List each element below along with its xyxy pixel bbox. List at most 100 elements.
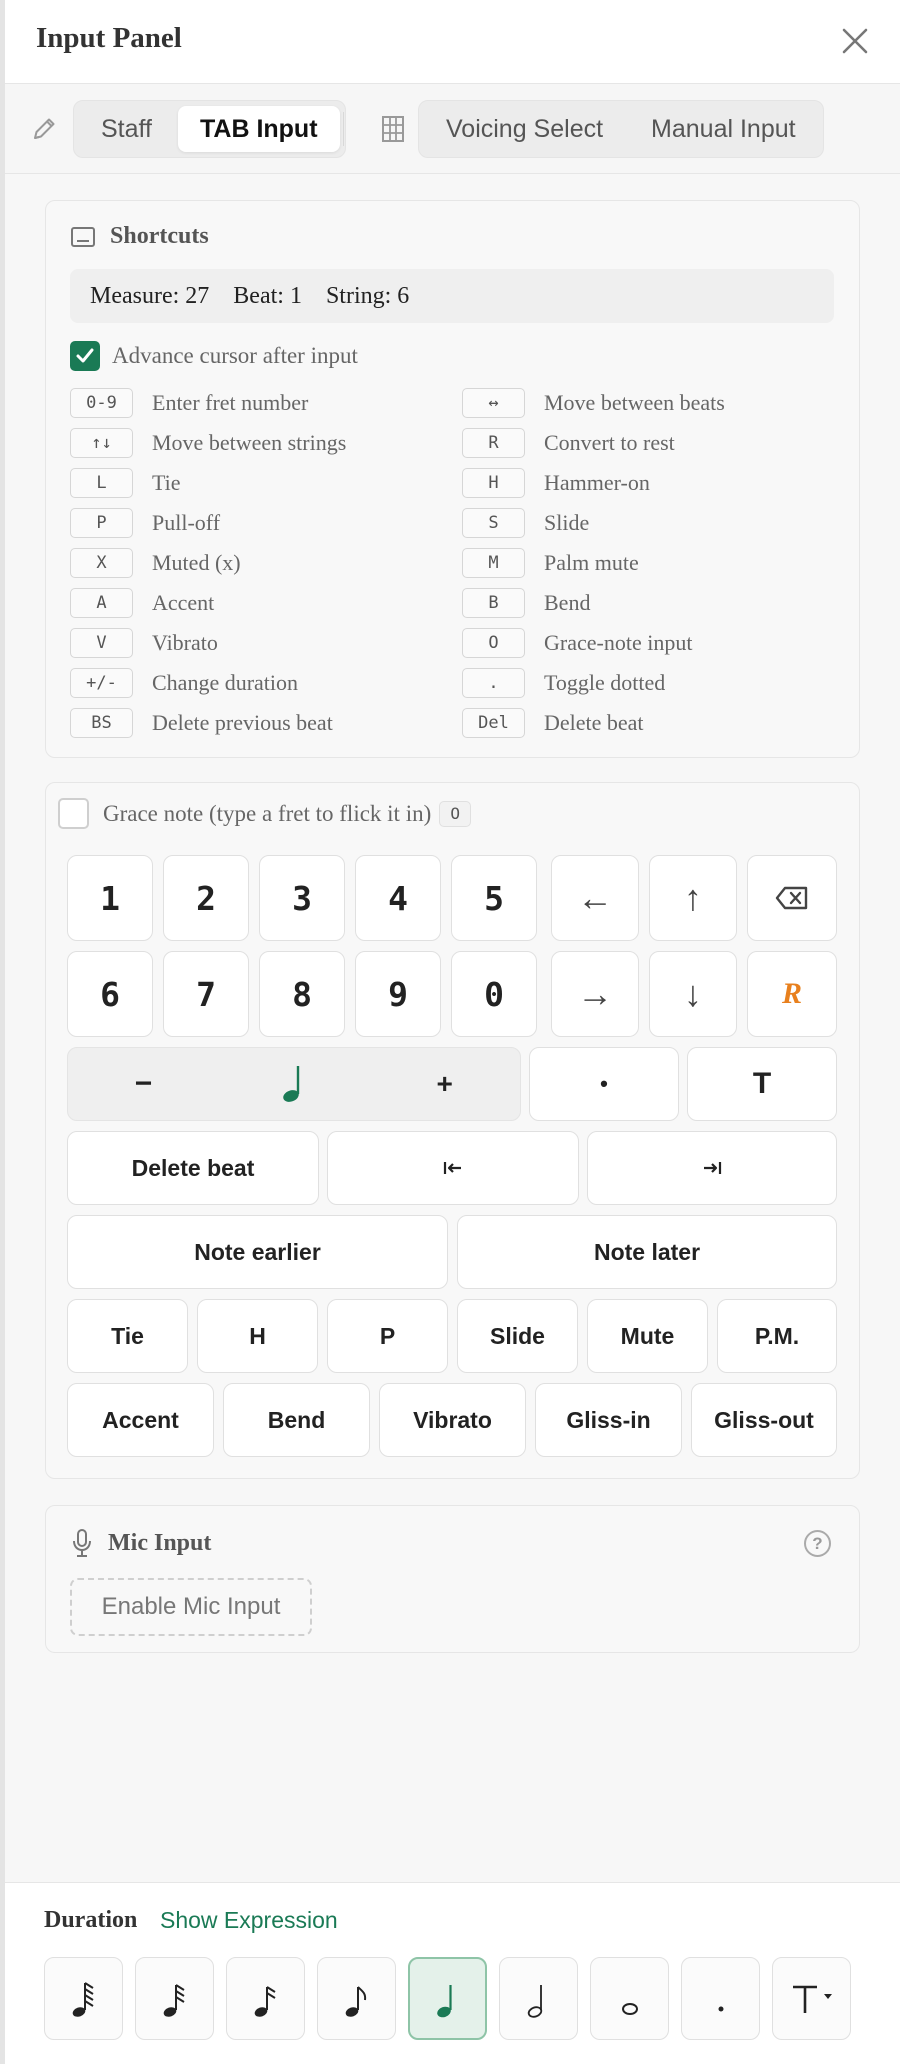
shortcut-description: Delete beat — [544, 709, 644, 735]
shortcut-row: V Vibrato — [70, 627, 462, 658]
check-icon — [76, 348, 94, 363]
fret-key-1[interactable]: 1 — [67, 855, 153, 941]
shortcut-key: S — [462, 507, 525, 538]
backspace-button[interactable] — [747, 855, 837, 941]
technique-tie-button[interactable]: Tie — [67, 1299, 188, 1373]
technique-pull-off-button[interactable]: P — [327, 1299, 448, 1373]
shortcut-row: M Palm mute — [462, 547, 840, 578]
move-left-button[interactable]: ← — [551, 855, 639, 941]
advance-cursor-label: Advance cursor after input — [112, 343, 358, 368]
tab-tab-input[interactable]: TAB Input — [177, 106, 340, 152]
move-right-button[interactable]: → — [551, 951, 639, 1037]
entry-mode-switch: Voicing Select Manual Input — [418, 100, 824, 158]
fret-key-6[interactable]: 6 — [67, 951, 153, 1037]
duration-increase-button[interactable]: + — [369, 1048, 520, 1120]
grace-note-label: Grace note (type a fret to flick it in) — [103, 800, 432, 826]
fret-key-0[interactable]: 0 — [451, 951, 537, 1037]
shortcut-row: O Grace-note input — [462, 627, 840, 658]
duration-whole-button[interactable] — [590, 1957, 669, 2040]
shortcut-key: 0-9 — [70, 387, 133, 418]
technique-slide-button[interactable]: Slide — [457, 1299, 578, 1373]
chord-grid-icon — [377, 112, 409, 146]
close-button[interactable] — [834, 20, 876, 62]
effect-vibrato-button[interactable]: Vibrato — [379, 1383, 526, 1457]
fret-key-9[interactable]: 9 — [355, 951, 441, 1037]
tab-divider — [343, 112, 344, 146]
measure-readout: Measure: 27 — [90, 282, 210, 309]
shortcut-description: Move between beats — [544, 389, 725, 415]
technique-palm-mute-button[interactable]: P.M. — [717, 1299, 837, 1373]
tab-voicing-select[interactable]: Voicing Select — [424, 106, 625, 152]
panel-title: Input Panel — [36, 22, 182, 54]
move-down-button[interactable]: ↓ — [649, 951, 737, 1037]
fret-key-3[interactable]: 3 — [259, 855, 345, 941]
grace-note-option[interactable]: Grace note (type a fret to flick it in) … — [58, 798, 472, 829]
tab-manual-input[interactable]: Manual Input — [629, 106, 818, 152]
whole-note-icon — [621, 2002, 638, 2015]
shortcut-key: Del — [462, 707, 525, 738]
shortcut-row: ↔ Move between beats — [462, 387, 840, 418]
dot-icon — [718, 2006, 723, 2011]
duration-half-button[interactable] — [499, 1957, 578, 2040]
dot-button[interactable]: • — [529, 1047, 679, 1121]
fret-key-4[interactable]: 4 — [355, 855, 441, 941]
shortcut-key: BS — [70, 707, 133, 738]
cursor-end-button[interactable] — [587, 1131, 837, 1205]
effect-gliss-in-button[interactable]: Gliss-in — [535, 1383, 682, 1457]
effect-bend-button[interactable]: Bend — [223, 1383, 370, 1457]
quarter-note-icon — [436, 1984, 452, 2017]
advance-cursor-checkbox[interactable] — [70, 341, 100, 371]
move-up-button[interactable]: ↑ — [649, 855, 737, 941]
mic-input-title: Mic Input — [108, 1529, 212, 1556]
pencil-icon — [27, 112, 61, 146]
shortcut-row: S Slide — [462, 507, 840, 538]
shortcut-row: R Convert to rest — [462, 427, 840, 458]
technique-mute-button[interactable]: Mute — [587, 1299, 708, 1373]
keyboard-icon — [71, 226, 95, 247]
grace-note-checkbox[interactable] — [58, 798, 89, 829]
effect-gliss-out-button[interactable]: Gliss-out — [691, 1383, 837, 1457]
duration-16th-button[interactable] — [226, 1957, 305, 2040]
shortcut-key: V — [70, 627, 133, 658]
enable-mic-button[interactable]: Enable Mic Input — [70, 1578, 312, 1636]
shortcut-key: B — [462, 587, 525, 618]
shortcut-description: Enter fret number — [152, 389, 309, 415]
duration-quarter-button[interactable] — [408, 1957, 487, 2040]
technique-hammer-on-button[interactable]: H — [197, 1299, 318, 1373]
cursor-start-button[interactable] — [327, 1131, 579, 1205]
duration-32nd-button[interactable] — [135, 1957, 214, 2040]
shortcut-description: Slide — [544, 509, 590, 535]
help-icon[interactable]: ? — [804, 1530, 831, 1557]
shortcut-key: H — [462, 467, 525, 498]
advance-cursor-option[interactable]: Advance cursor after input — [70, 341, 358, 371]
shortcut-key: X — [70, 547, 133, 578]
fret-key-5[interactable]: 5 — [451, 855, 537, 941]
tuplet-button[interactable]: T — [687, 1047, 837, 1121]
keypad-card: Grace note (type a fret to flick it in) … — [45, 782, 860, 1479]
shortcut-key: A — [70, 587, 133, 618]
fret-key-8[interactable]: 8 — [259, 951, 345, 1037]
rest-button[interactable]: R — [747, 951, 837, 1037]
shortcut-key: M — [462, 547, 525, 578]
duration-decrease-button[interactable]: − — [68, 1048, 219, 1120]
shortcut-row: P Pull-off — [70, 507, 462, 538]
shortcut-key: R — [462, 427, 525, 458]
shortcut-row: A Accent — [70, 587, 462, 618]
fret-key-2[interactable]: 2 — [163, 855, 249, 941]
duration-8th-button[interactable] — [317, 1957, 396, 2040]
duration-tuplet-dropdown[interactable] — [772, 1957, 851, 2040]
shortcuts-header: Shortcuts — [70, 223, 209, 250]
duration-title: Duration — [44, 1907, 138, 1933]
delete-beat-button[interactable]: Delete beat — [67, 1131, 319, 1205]
note-later-button[interactable]: Note later — [457, 1215, 837, 1289]
fret-key-7[interactable]: 7 — [163, 951, 249, 1037]
tab-staff[interactable]: Staff — [79, 106, 174, 152]
effect-accent-button[interactable]: Accent — [67, 1383, 214, 1457]
shortcut-row: B Bend — [462, 587, 840, 618]
note-earlier-button[interactable]: Note earlier — [67, 1215, 448, 1289]
duration-64th-button[interactable] — [44, 1957, 123, 2040]
duration-dotted-button[interactable] — [681, 1957, 760, 2040]
shortcut-list: 0-9 Enter fret number ↔ Move between beats ↑… — [70, 387, 840, 738]
quarter-note-icon — [283, 1066, 300, 1102]
show-expression-link[interactable]: Show Expression — [160, 1907, 338, 1934]
